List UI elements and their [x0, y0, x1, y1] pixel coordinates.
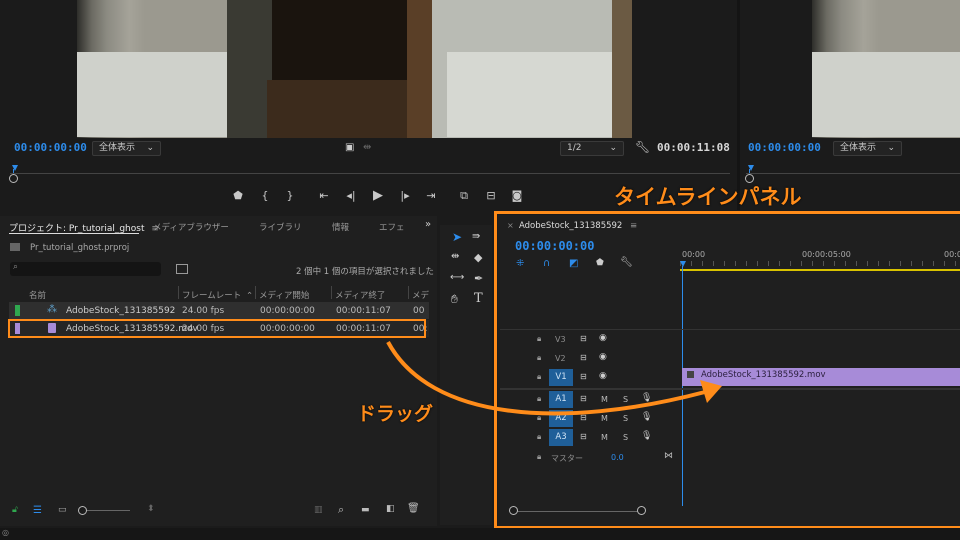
status-bar: [0, 528, 960, 540]
cc-status-icon[interactable]: ◎: [2, 528, 9, 537]
drag-arrow: [386, 341, 722, 416]
